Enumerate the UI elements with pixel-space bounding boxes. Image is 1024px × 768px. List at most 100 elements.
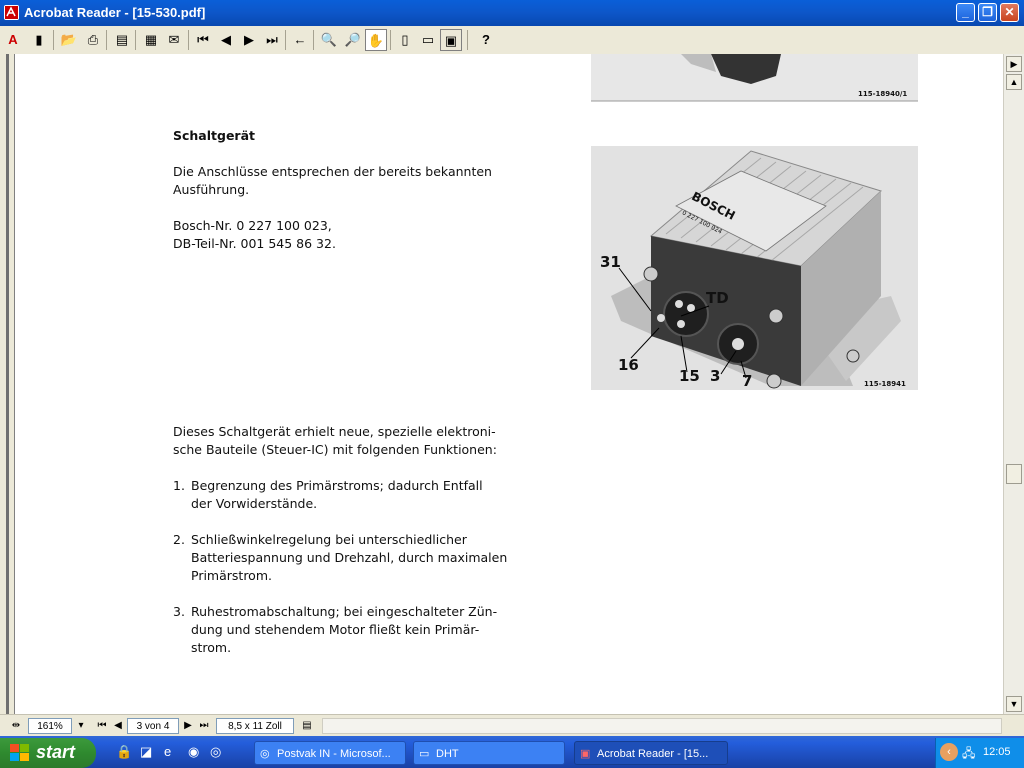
document-page: 115-18940/1 Schaltgerät Die Anschlüsse e… [15,54,1003,714]
toolbar-separator [285,30,286,50]
db-part-number: DB-Teil-Nr. 001 545 86 32. [173,236,336,251]
list-item-line: Primärstrom. [191,568,272,583]
show-thumbnails-icon[interactable]: ▤ [111,29,133,51]
page-size-field: 8,5 x 11 Zoll [216,718,294,734]
email-icon[interactable]: ✉ [163,29,185,51]
horizontal-scrollbar[interactable] [322,718,1002,734]
quicklaunch-outlook-icon[interactable]: ◎ [210,744,221,760]
task-label: Acrobat Reader - [15... [597,748,709,760]
last-page-icon[interactable]: ⏭ [261,29,283,51]
scroll-down-icon[interactable]: ▼ [1006,696,1022,712]
status-previous-page-icon[interactable]: ◀ [112,718,124,734]
print-icon[interactable]: ⎙ [82,29,104,51]
list-number: 2. [173,532,185,547]
task-label: Postvak IN - Microsof... [277,748,391,760]
first-page-icon[interactable]: ⏮ [192,29,214,51]
control-unit-photo [591,146,918,390]
system-tray: ‹ 🖧 12:05 [935,738,1024,768]
show-hidden-icons-icon[interactable]: ‹ [940,743,958,761]
toolbar-separator [188,30,189,50]
list-item-line: der Vorwiderstände. [191,496,318,511]
open-icon[interactable]: 📂 [58,29,80,51]
toolbar-separator [390,30,391,50]
help-icon[interactable]: ? [475,29,497,51]
fit-width-icon[interactable]: ▣ [440,29,462,51]
status-first-page-icon[interactable]: ⏮ [96,718,108,734]
acrobat-icon: ▣ [580,748,591,760]
toolbar-separator [313,30,314,50]
vertical-scrollbar[interactable]: ▶ ▲ ▼ [1003,54,1024,714]
minimize-icon: _ [962,5,969,19]
acrobat-logo-icon[interactable]: A [2,29,24,51]
clock: 12:05 [983,746,1011,758]
toolbar-separator [53,30,54,50]
status-next-page-icon[interactable]: ▶ [182,718,194,734]
toggle-bookmarks-icon[interactable]: ▮ [28,29,50,51]
next-page-icon[interactable]: ▶ [238,29,260,51]
toolbar-separator [467,30,468,50]
page-layout-icon[interactable]: ▤ [298,718,316,734]
quicklaunch-ie-icon[interactable]: e [164,744,171,759]
save-icon[interactable]: ▦ [140,29,162,51]
list-item-line: Schließwinkelregelung bei unterschiedlic… [191,532,467,547]
hand-tool-icon[interactable]: ✋ [365,29,387,51]
label-15: 15 [679,367,700,385]
task-postvak[interactable]: ◎ Postvak IN - Microsof... [254,741,406,765]
list-number: 1. [173,478,185,493]
bosch-number: Bosch-Nr. 0 227 100 023, [173,218,332,233]
start-label: start [36,742,76,762]
paragraph-line: Dieses Schaltgerät erhielt neue, speziel… [173,424,496,439]
close-button[interactable]: ✕ [1000,3,1019,22]
list-item-line: strom. [191,640,232,655]
label-3: 3 [710,367,721,385]
list-item-line: Begrenzung des Primärstroms; dadurch Ent… [191,478,483,493]
status-last-page-icon[interactable]: ⏭ [198,718,210,734]
quicklaunch-app-icon[interactable]: ◪ [140,744,152,760]
zoom-out-icon[interactable]: 🔍 [318,29,340,51]
outlook-icon: ◎ [260,748,270,760]
go-back-icon[interactable]: ← [289,29,311,51]
close-icon: ✕ [1004,5,1015,19]
paragraph-line: Ausführung. [173,182,250,197]
scroll-up-icon[interactable]: ▲ [1006,74,1022,90]
zoom-field[interactable]: 161% [28,718,72,734]
zoom-dropdown-icon[interactable]: ▾ [75,718,87,734]
list-number: 3. [173,604,185,619]
fit-page-icon[interactable]: ▭ [417,29,439,51]
minimize-button[interactable]: _ [956,3,975,22]
restore-icon: ❐ [982,5,993,19]
status-bar: ⇹ 161% ▾ ⏮ ◀ 3 von 4 ▶ ⏭ 8,5 x 11 Zoll ▤ [0,714,1024,737]
paragraph-line: Die Anschlüsse entsprechen der bereits b… [173,164,492,179]
list-item-line: Ruhestromabschaltung; bei eingeschaltete… [191,604,498,619]
top-photo-caption: 115-18940/1 [858,90,908,98]
title-bar[interactable]: Acrobat Reader - [15-530.pdf] _ ❐ ✕ [0,0,1024,26]
network-icon[interactable]: 🖧 [962,744,975,765]
window-title: Acrobat Reader - [15-530.pdf] [24,5,206,20]
quicklaunch-lock-icon[interactable]: 🔒 [116,744,132,760]
restore-button[interactable]: ❐ [978,3,997,22]
actual-size-icon[interactable]: ▯ [394,29,416,51]
task-label: DHT [436,748,459,760]
toolbar-separator [106,30,107,50]
split-icon[interactable]: ⇹ [10,718,22,734]
previous-page-icon[interactable]: ◀ [215,29,237,51]
task-dht[interactable]: ▭ DHT [413,741,565,765]
scroll-thumb[interactable] [1006,464,1022,484]
page-number-field[interactable]: 3 von 4 [127,718,179,734]
windows-logo-icon [10,744,29,761]
label-7: 7 [742,372,753,390]
zoom-in-icon[interactable]: 🔎 [342,29,364,51]
section-heading: Schaltgerät [173,128,256,143]
label-16: 16 [618,356,639,374]
acrobat-app-icon[interactable] [4,5,19,20]
navigation-pane-splitter[interactable] [0,54,15,714]
label-31: 31 [600,253,621,271]
label-td: TD [706,289,729,307]
scroll-right-icon[interactable]: ▶ [1006,56,1022,72]
folder-icon: ▭ [419,748,430,760]
list-item-line: dung und stehendem Motor fließt kein Pri… [191,622,480,637]
list-item-line: Batteriespannung und Drehzahl, durch max… [191,550,508,565]
start-button[interactable]: start [0,738,96,768]
task-acrobat[interactable]: ▣ Acrobat Reader - [15... [574,741,728,765]
quicklaunch-media-icon[interactable]: ◉ [188,744,199,760]
